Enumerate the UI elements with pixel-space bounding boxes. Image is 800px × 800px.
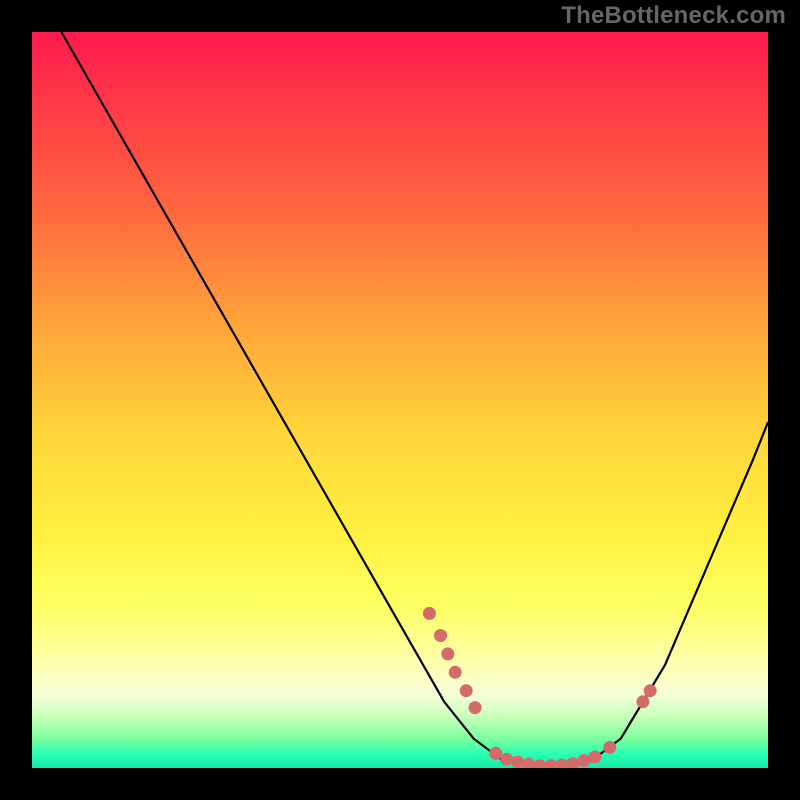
highlight-dot <box>578 754 591 767</box>
highlight-dot <box>423 607 436 620</box>
highlight-dot <box>441 647 454 660</box>
watermark-text: TheBottleneck.com <box>561 2 786 30</box>
highlight-dot <box>603 741 616 754</box>
highlight-dot <box>500 753 513 766</box>
highlight-dot <box>636 695 649 708</box>
highlight-dot <box>434 629 447 642</box>
highlight-dot <box>555 759 568 768</box>
highlight-dot <box>489 747 502 760</box>
highlight-dot <box>449 666 462 679</box>
bottleneck-curve <box>61 32 768 768</box>
chart-frame: TheBottleneck.com <box>0 0 800 800</box>
highlight-dot <box>533 759 546 768</box>
highlight-dot <box>544 759 557 768</box>
highlight-dot <box>511 756 524 768</box>
highlight-dot <box>460 684 473 697</box>
highlight-dot <box>567 757 580 768</box>
plot-area <box>32 32 768 768</box>
highlight-dot <box>469 701 482 714</box>
highlight-dot <box>644 684 657 697</box>
highlight-dot <box>589 751 602 764</box>
highlight-dots-group <box>423 607 657 768</box>
curve-layer <box>32 32 768 768</box>
